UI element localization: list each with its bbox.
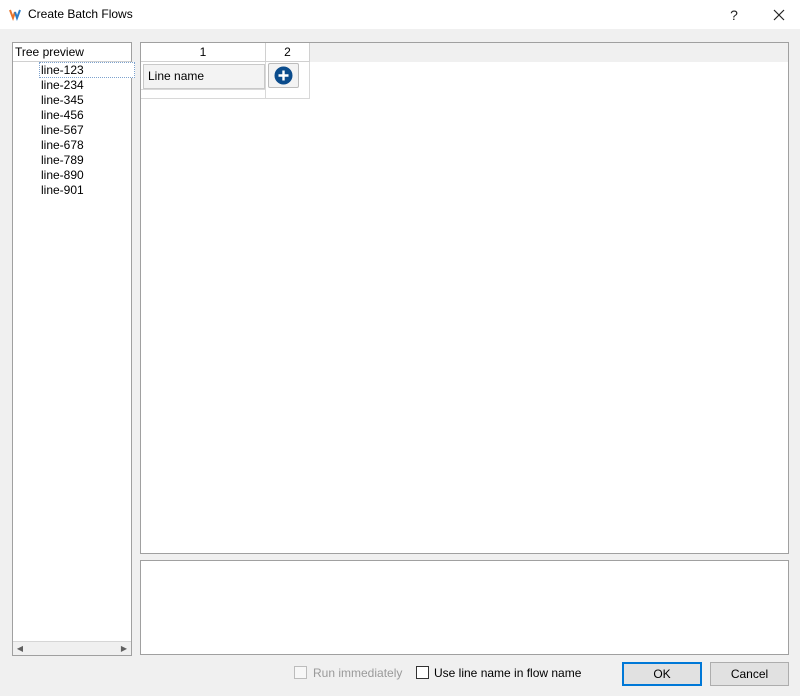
use-line-name-checkbox[interactable] <box>416 666 429 679</box>
tree-item[interactable]: line-890 <box>13 168 131 183</box>
tree-preview-header: Tree preview <box>13 43 131 62</box>
grid-header-row: 1 2 <box>141 43 788 62</box>
tree-item-label: line-567 <box>41 123 84 137</box>
run-immediately-label: Run immediately <box>313 666 403 680</box>
tree-item[interactable]: line-678 <box>13 138 131 153</box>
tree-preview-panel[interactable]: Tree preview line-123 line-234 line-345 … <box>12 42 135 656</box>
cancel-button[interactable]: Cancel <box>710 662 789 686</box>
grid-cell: Line name <box>141 62 266 90</box>
tree-item[interactable]: line-789 <box>13 153 131 168</box>
tree-item[interactable]: line-345 <box>13 93 131 108</box>
app-logo-icon <box>9 9 21 21</box>
tree-item-label: line-890 <box>41 168 84 182</box>
grid-cell <box>266 62 310 99</box>
tree-item[interactable]: line-567 <box>13 123 131 138</box>
tree-item[interactable]: line-123 <box>13 62 135 78</box>
ok-button[interactable]: OK <box>622 662 702 686</box>
tree-item-label: line-456 <box>41 108 84 122</box>
tree-item[interactable]: line-901 <box>13 183 131 198</box>
title-bar: Create Batch Flows ? <box>0 0 800 29</box>
details-text-area[interactable] <box>140 560 789 655</box>
line-name-button[interactable]: Line name <box>143 64 265 89</box>
batch-grid[interactable]: 1 2 Line name <box>140 42 789 554</box>
tree-item-label: line-678 <box>41 138 84 152</box>
horizontal-scrollbar[interactable]: ◀ ▶ <box>13 641 131 655</box>
tree-list[interactable]: line-123 line-234 line-345 line-456 line… <box>13 62 135 198</box>
tree-item-label: line-901 <box>41 183 84 197</box>
column-header-1[interactable]: 1 <box>141 43 266 62</box>
tree-item[interactable]: line-234 <box>13 78 131 93</box>
tree-item-label: line-789 <box>41 153 84 167</box>
tree-item-label: line-345 <box>41 93 84 107</box>
close-icon <box>773 9 785 20</box>
scroll-left-icon[interactable]: ◀ <box>13 642 27 655</box>
tree-item[interactable]: line-456 <box>13 108 131 123</box>
tree-item-label: line-123 <box>39 62 135 78</box>
run-immediately-checkbox[interactable] <box>294 666 307 679</box>
add-column-button[interactable] <box>268 63 299 88</box>
scroll-right-icon[interactable]: ▶ <box>117 642 131 655</box>
tree-item-label: line-234 <box>41 78 84 92</box>
plus-circle-icon <box>274 66 293 85</box>
close-button[interactable] <box>764 0 794 29</box>
grid-cell <box>141 90 266 99</box>
window-title: Create Batch Flows <box>28 7 133 21</box>
use-line-name-label: Use line name in flow name <box>434 666 582 680</box>
help-button[interactable]: ? <box>720 0 748 29</box>
column-header-2[interactable]: 2 <box>266 43 310 62</box>
